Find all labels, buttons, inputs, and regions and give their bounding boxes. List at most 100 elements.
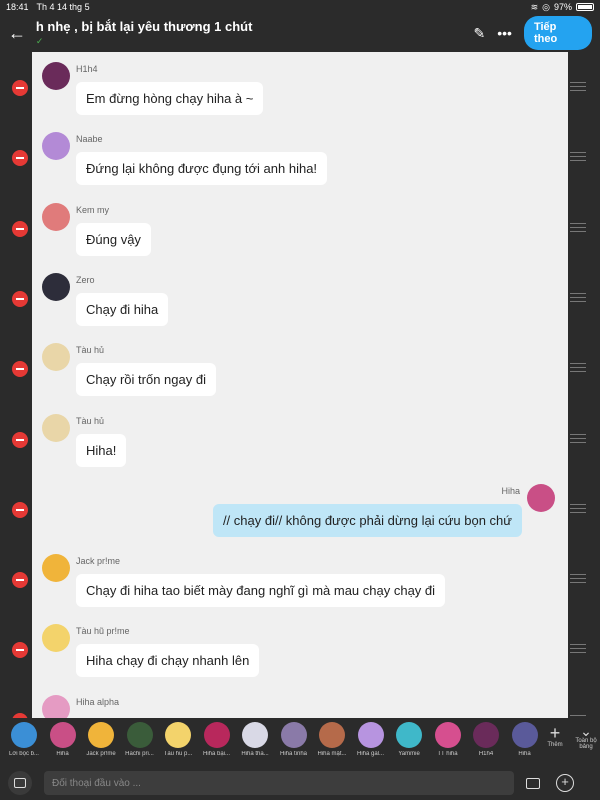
- member-name: Hiha mật...: [317, 751, 347, 757]
- member-item[interactable]: Hiha mật...: [313, 722, 351, 757]
- member-name: Hiha bại...: [202, 751, 230, 757]
- avatar[interactable]: [42, 554, 70, 583]
- page-title: h nhẹ , bị bắt lại yêu thương 1 chút: [35, 19, 253, 34]
- message-row: Jack pr!me Chạy đi hiha tao biết mày đang…: [0, 548, 600, 618]
- member-item[interactable]: Hiha tha...: [236, 722, 274, 757]
- status-time: 18:41: [6, 2, 29, 12]
- message-bubble[interactable]: Hiha chạy đi chạy nhanh lên: [76, 644, 260, 678]
- drag-handle-icon[interactable]: [570, 644, 586, 654]
- status-bar: 18:41 Th 4 14 thg 5 ≋ ◎ 97%: [0, 0, 600, 14]
- avatar[interactable]: [42, 62, 70, 90]
- sender-name: Zero: [76, 274, 95, 285]
- member-item[interactable]: H1h4: [467, 722, 505, 757]
- remove-message-button[interactable]: [12, 572, 28, 589]
- chat-area[interactable]: H1h4 Em đừng hòng chạy hiha à ~ Naabe Đứng …: [0, 52, 600, 718]
- member-avatar: [511, 722, 538, 748]
- drag-handle-icon[interactable]: [570, 82, 586, 92]
- avatar[interactable]: [42, 132, 70, 161]
- remove-message-button[interactable]: [12, 642, 28, 659]
- message-bubble[interactable]: Chạy đi hiha: [76, 292, 169, 326]
- remove-message-button[interactable]: [12, 501, 28, 518]
- drag-handle-icon[interactable]: [570, 433, 586, 444]
- drag-handle-icon[interactable]: [570, 292, 586, 303]
- remove-message-button[interactable]: [12, 290, 28, 307]
- remove-message-button[interactable]: [12, 361, 28, 378]
- member-avatar: [242, 722, 268, 748]
- status-date: Th 4 14 thg 5: [36, 2, 90, 12]
- sender-name: Hiha: [501, 485, 520, 496]
- orientation-lock-icon: ◎: [542, 1, 550, 12]
- member-avatar: [49, 722, 76, 748]
- member-item[interactable]: Lời bọc b...: [5, 722, 43, 757]
- member-name: Lời bọc b...: [9, 751, 39, 757]
- message-bubble[interactable]: // chạy đi// không được phải dừng lại cứ…: [212, 503, 522, 537]
- member-item[interactable]: Hiha tinha: [275, 722, 313, 757]
- member-avatar: [165, 722, 191, 748]
- message-row: Naabe Đứng lại không được đụng tới anh hi…: [0, 126, 600, 196]
- avatar[interactable]: [42, 343, 70, 372]
- title-wrap: h nhẹ , bị bắt lại yêu thương 1 chút ✓: [36, 19, 474, 47]
- message-bubble[interactable]: Đúng vậy: [76, 222, 151, 256]
- drag-handle-icon[interactable]: [570, 503, 586, 514]
- member-item[interactable]: Hiha bại...: [198, 722, 236, 757]
- wifi-icon: ≋: [530, 1, 539, 12]
- avatar[interactable]: [42, 413, 70, 442]
- message-row: Kem my Đúng vậy: [0, 197, 600, 267]
- header-actions: ✎ ••• Tiếp theo: [473, 16, 592, 50]
- drag-handle-icon[interactable]: [570, 222, 586, 233]
- remove-message-button[interactable]: [12, 80, 28, 96]
- input-bar: +: [0, 766, 600, 800]
- next-button[interactable]: Tiếp theo: [523, 16, 592, 50]
- chat-bubble-icon[interactable]: [8, 771, 32, 795]
- avatar[interactable]: [42, 272, 70, 301]
- battery-percent: 97%: [553, 2, 572, 12]
- member-item[interactable]: Hiha: [506, 722, 544, 757]
- message-bubble[interactable]: Hiha!: [76, 433, 127, 467]
- member-avatar: [434, 722, 461, 748]
- member-item[interactable]: Hachi pri...: [121, 722, 159, 757]
- back-arrow-icon[interactable]: ←: [8, 23, 30, 44]
- sender-name: H1h4: [76, 64, 98, 74]
- member-name: TT hiha: [437, 751, 458, 757]
- member-item[interactable]: TT hiha: [429, 722, 467, 757]
- drag-handle-icon[interactable]: [570, 363, 586, 373]
- member-item[interactable]: Tàu hũ p...: [159, 722, 197, 757]
- image-icon[interactable]: [526, 777, 540, 789]
- avatar[interactable]: [42, 694, 70, 718]
- message-bubble[interactable]: Chạy đi hiha tao biết mày đang nghĩ gì m…: [76, 574, 446, 608]
- member-avatar: [88, 722, 114, 748]
- member-name: Hiha gal...: [356, 751, 384, 757]
- edit-pencil-icon[interactable]: ✎: [473, 25, 485, 42]
- status-right: ≋ ◎ 97%: [531, 2, 594, 13]
- sender-name: Tàu hủ: [76, 415, 105, 426]
- member-avatar: [280, 722, 307, 748]
- member-name: Hiha: [56, 751, 69, 757]
- add-member-label: Thêm: [547, 742, 563, 748]
- remove-message-button[interactable]: [12, 431, 28, 448]
- member-item[interactable]: Jack pr!me: [82, 722, 120, 757]
- member-item[interactable]: Yammie: [390, 722, 428, 757]
- member-name: Hachi pri...: [125, 751, 154, 757]
- drag-handle-icon[interactable]: [570, 152, 586, 162]
- members-bar: Lời bọc b... Hiha Jack pr!me Hachi pri... Tà…: [0, 718, 600, 766]
- sender-name: Kem my: [76, 204, 110, 215]
- member-name: H1h4: [478, 751, 494, 757]
- add-member-button[interactable]: + Thêm: [540, 724, 570, 748]
- remove-message-button[interactable]: [12, 150, 28, 167]
- fullscreen-button[interactable]: ⌄ Toàn bộ bảng: [572, 724, 600, 750]
- message-bubble[interactable]: Chạy rồi trốn ngay đi: [76, 363, 216, 397]
- member-item[interactable]: Hiha: [44, 722, 82, 757]
- sender-name: Hiha alpha: [76, 696, 120, 707]
- message-bubble[interactable]: Em đừng hòng chạy hiha à ~: [76, 82, 264, 115]
- message-input[interactable]: [44, 771, 514, 795]
- member-name: Hiha: [518, 751, 531, 757]
- avatar[interactable]: [527, 483, 555, 512]
- more-options-icon[interactable]: •••: [497, 25, 512, 41]
- remove-message-button[interactable]: [12, 220, 28, 237]
- message-bubble[interactable]: Đứng lại không được đụng tới anh hiha!: [76, 152, 328, 186]
- add-circle-icon[interactable]: +: [556, 774, 574, 792]
- avatar[interactable]: [42, 624, 70, 653]
- avatar[interactable]: [42, 202, 70, 231]
- drag-handle-icon[interactable]: [570, 574, 586, 584]
- member-item[interactable]: Hiha gal...: [352, 722, 390, 757]
